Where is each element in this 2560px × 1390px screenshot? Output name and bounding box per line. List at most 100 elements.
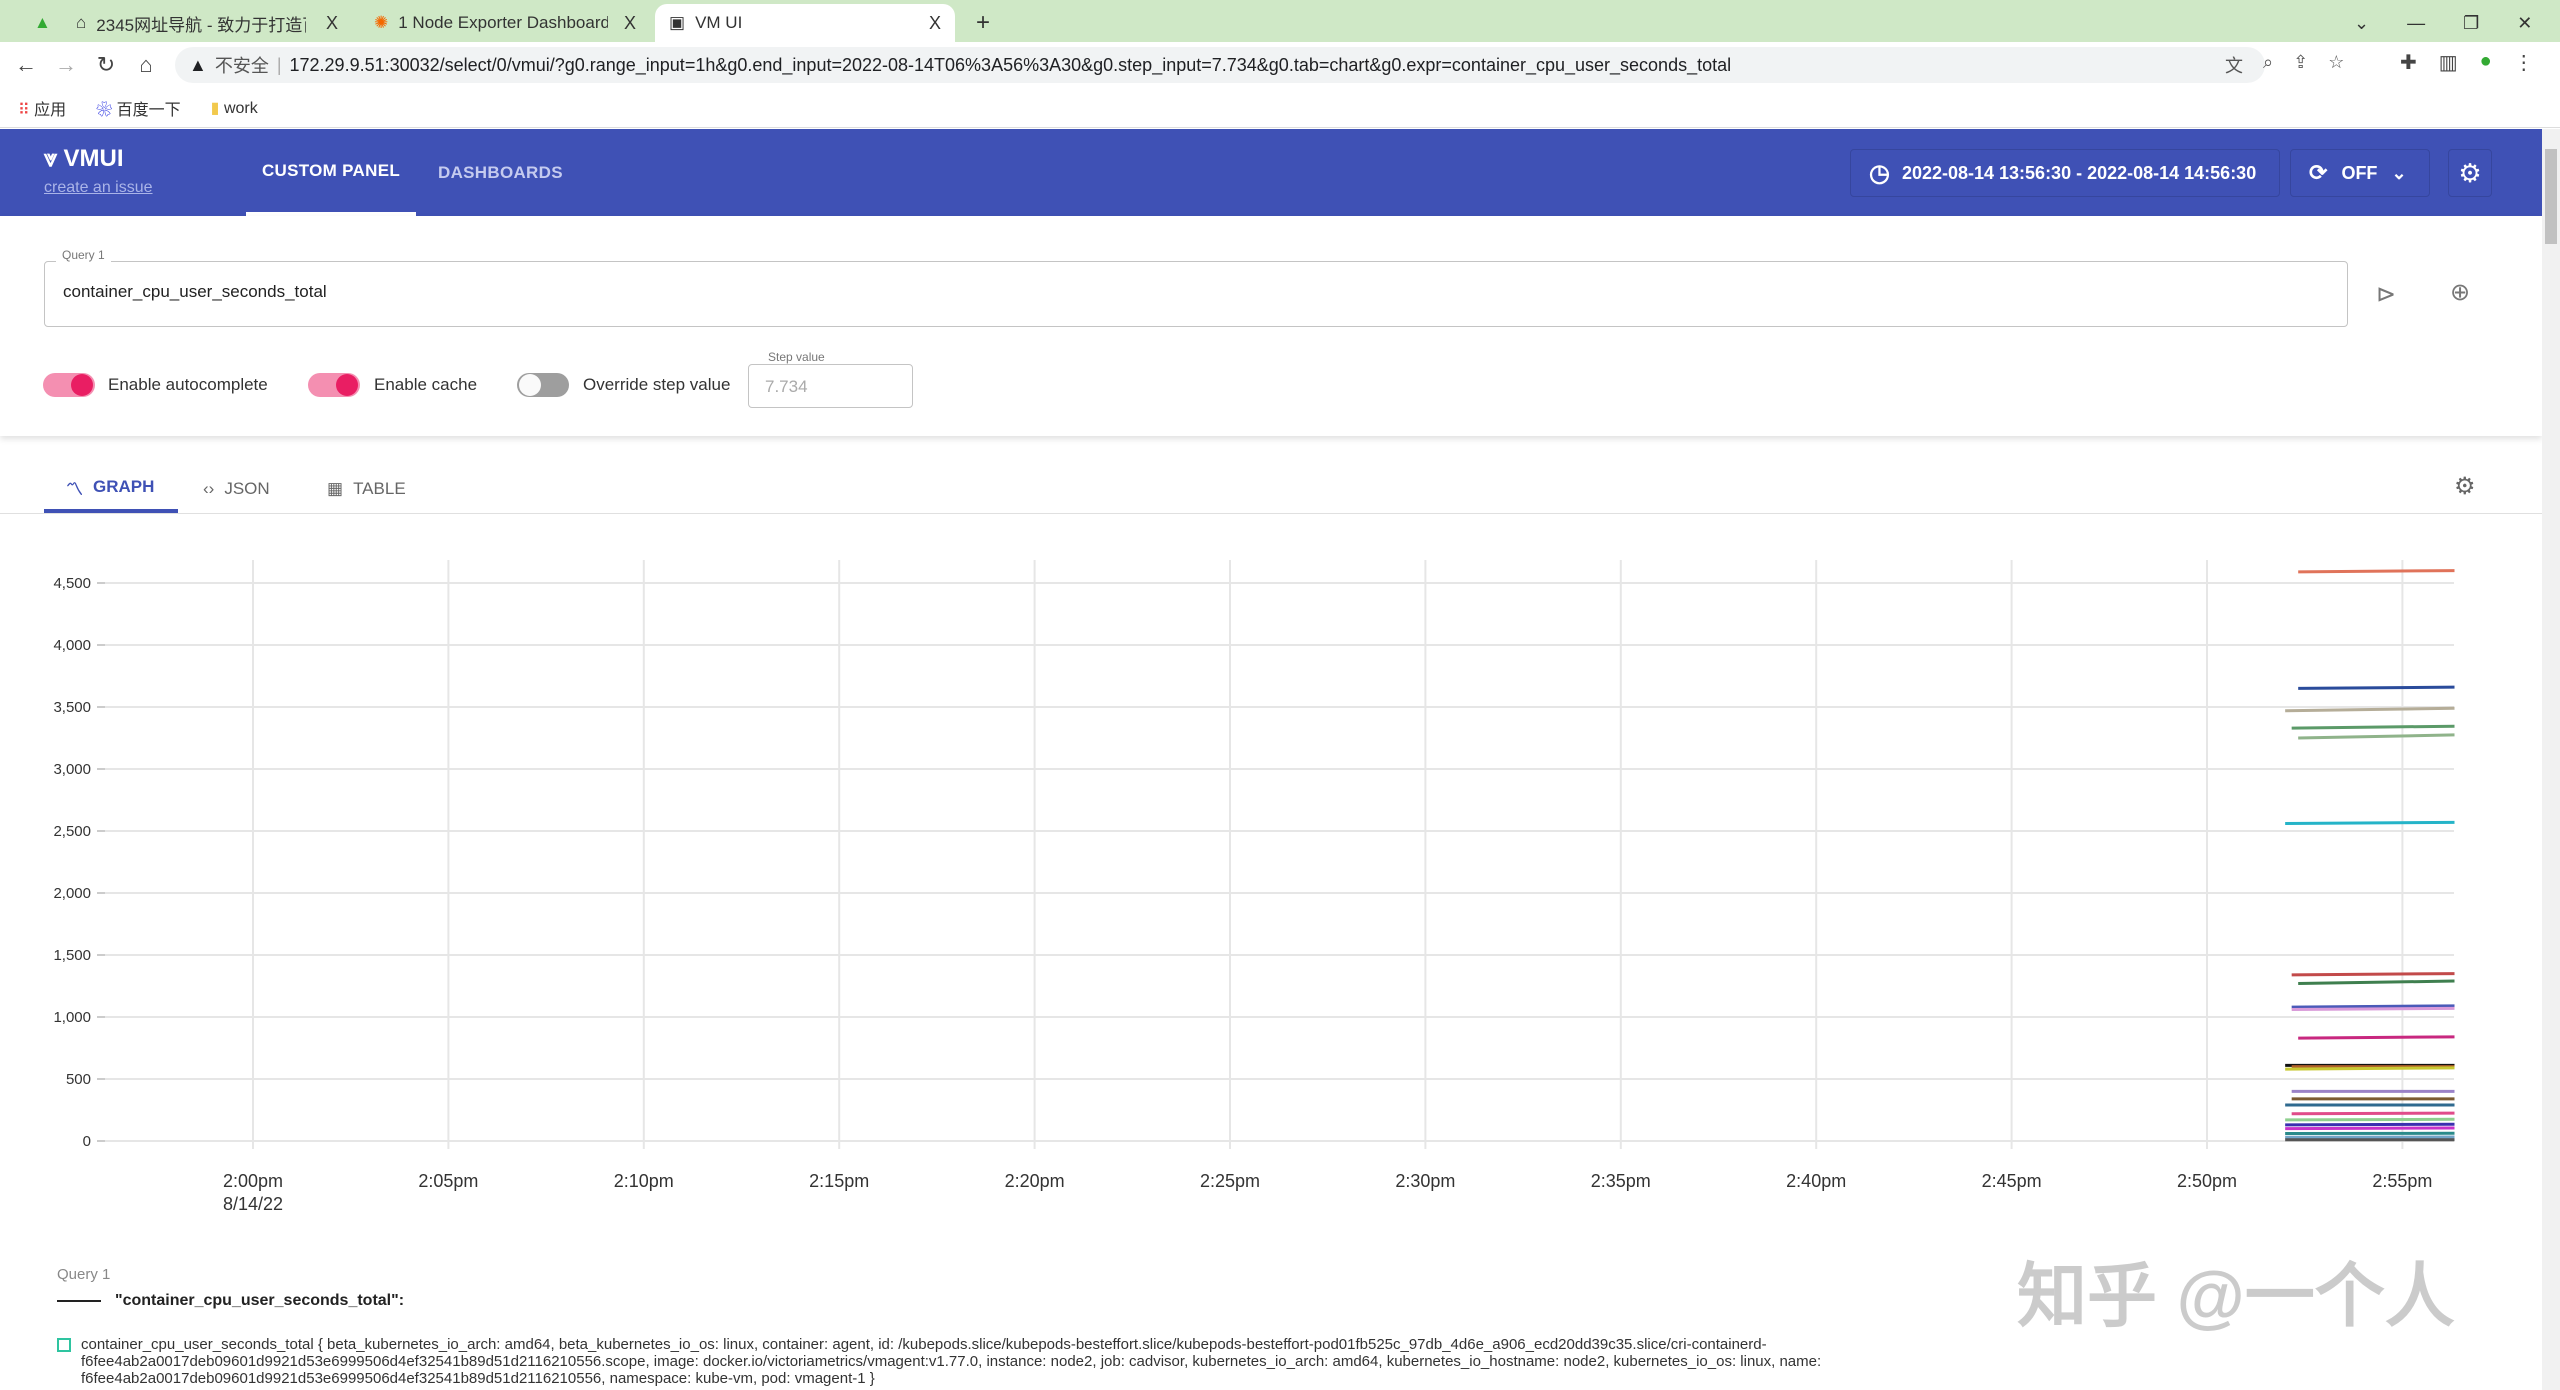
restore-icon[interactable]: ❐	[2463, 13, 2479, 34]
bookmarks-bar: ⠿ 应用 ❀ 百度一下 ▮ work	[0, 88, 2560, 128]
add-query-icon[interactable]: ⊕	[2450, 278, 2470, 307]
series-line	[2285, 706, 2455, 713]
time-range-picker[interactable]: ◷ 2022-08-14 13:56:30 - 2022-08-14 14:56:…	[1850, 149, 2280, 197]
sidepanel-icon[interactable]: ▥	[2439, 50, 2458, 75]
series-line	[2291, 1004, 2455, 1009]
home-icon[interactable]: ⌂	[126, 52, 166, 78]
settings-button[interactable]: ⚙	[2448, 149, 2492, 197]
site-icon: ⌂	[76, 13, 87, 32]
gear-icon: ⚙	[2458, 157, 2482, 188]
tab-json[interactable]: ‹› JSON	[203, 465, 270, 513]
clock-icon: ◷	[1869, 159, 1890, 187]
star-icon[interactable]: ☆	[2328, 52, 2344, 78]
grafana-icon: ✺	[374, 13, 389, 32]
series-line	[2291, 1006, 2455, 1012]
bookmark-work[interactable]: ▮ work	[211, 98, 258, 118]
series-line	[2291, 1111, 2455, 1116]
profile-icon[interactable]: ●	[2480, 50, 2492, 75]
y-tick-label: 1,000	[53, 1009, 91, 1026]
x-tick-label: 2:30pm	[1395, 1171, 1455, 1191]
graph-settings-icon[interactable]: ⚙	[2454, 472, 2476, 501]
url-bar[interactable]: ▲ 不安全 | 172.29.9.51:30032/select/0/vmui/?…	[175, 47, 2265, 83]
series-line	[2285, 820, 2455, 826]
scrollbar-thumb[interactable]	[2545, 149, 2557, 244]
extensions-icon[interactable]: ✚	[2400, 50, 2417, 75]
vmui-logo[interactable]: ⩔ VMUI	[44, 145, 124, 173]
create-issue-link[interactable]: create an issue	[44, 179, 153, 197]
pinned-tab[interactable]: ▲	[20, 4, 60, 42]
cache-toggle[interactable]	[308, 373, 360, 397]
x-tick-label: 2:00pm	[223, 1171, 283, 1191]
url-actions: ⽂ ⌕ ⇪ ☆	[2225, 52, 2344, 78]
close-window-icon[interactable]: ✕	[2517, 13, 2532, 34]
x-tick-label: 2:40pm	[1786, 1171, 1846, 1191]
translate-icon[interactable]: ⽂	[2225, 52, 2243, 78]
code-icon: ‹›	[203, 479, 215, 498]
series-line	[2291, 972, 2455, 977]
warning-icon: ▲	[189, 54, 207, 75]
table-icon: ▦	[327, 479, 344, 498]
series-line	[2285, 1117, 2455, 1122]
query-input[interactable]: container_cpu_user_seconds_total	[44, 261, 2348, 327]
menu-icon[interactable]: ⋮	[2514, 50, 2534, 75]
legend-checkbox[interactable]	[57, 1338, 71, 1352]
step-value-input[interactable]: 7.734	[748, 364, 913, 408]
browser-actions: ✚ ▥ ● ⋮	[2400, 50, 2534, 75]
y-tick-label: 2,500	[53, 823, 91, 840]
x-tick-label: 2:10pm	[614, 1171, 674, 1191]
x-tick-label: 2:35pm	[1591, 1171, 1651, 1191]
browser-tab[interactable]: ⌂2345网址导航 - 致力于打造百年X	[62, 4, 352, 42]
legend-line-icon	[57, 1300, 101, 1302]
zoom-icon[interactable]: ⌕	[2263, 52, 2273, 78]
tab-graph[interactable]: 〽 GRAPH	[44, 465, 178, 513]
close-tab-icon[interactable]: X	[929, 13, 941, 34]
reload-icon[interactable]: ↻	[86, 52, 126, 78]
y-tick-label: 4,500	[53, 575, 91, 592]
series-line	[2298, 1035, 2455, 1040]
play-icon[interactable]: ⊳	[2376, 280, 2396, 309]
browser-tab[interactable]: ✺ 1 Node Exporter Dashboard 2X	[360, 4, 650, 42]
window-controls: ⌄ — ❐ ✕	[2340, 4, 2546, 42]
x-tick-label: 2:50pm	[2177, 1171, 2237, 1191]
y-tick-label: 3,500	[53, 699, 91, 716]
tab-search-icon[interactable]: ⌄	[2354, 13, 2369, 34]
bookmark-apps[interactable]: ⠿ 应用	[18, 96, 66, 120]
page-scrollbar[interactable]	[2542, 129, 2560, 1390]
back-icon[interactable]: ←	[6, 52, 46, 78]
new-tab-button[interactable]: +	[962, 4, 1004, 42]
cache-label: Enable cache	[374, 375, 478, 394]
close-tab-icon[interactable]: X	[624, 13, 636, 34]
minimize-icon[interactable]: —	[2407, 13, 2425, 34]
browser-tab-active[interactable]: ▣ VM UI X	[655, 4, 955, 42]
x-tick-label: 2:25pm	[1200, 1171, 1260, 1191]
y-tick-label: 4,000	[53, 637, 91, 654]
autocomplete-label: Enable autocomplete	[108, 375, 268, 394]
y-tick-label: 0	[83, 1133, 91, 1150]
logo-icon: ⩔	[44, 145, 58, 172]
legend-series-item[interactable]: container_cpu_user_seconds_total { beta_…	[57, 1336, 2117, 1387]
override-step-toggle[interactable]	[517, 373, 569, 397]
bookmark-baidu[interactable]: ❀ 百度一下	[96, 96, 180, 120]
watermark: 知乎 @一个人	[2017, 1257, 2455, 1335]
autocomplete-toggle[interactable]	[43, 373, 95, 397]
share-icon[interactable]: ⇪	[2293, 52, 2308, 78]
x-date-label: 8/14/22	[223, 1194, 283, 1214]
series-line	[2298, 979, 2455, 986]
x-tick-label: 2:15pm	[809, 1171, 869, 1191]
refresh-selector[interactable]: ⟳ OFF ⌄	[2290, 149, 2430, 197]
close-tab-icon[interactable]: X	[326, 13, 338, 34]
vm-icon: ▣	[669, 13, 686, 32]
query-label: Query 1	[56, 248, 111, 262]
chevron-down-icon: ⌄	[2391, 162, 2407, 183]
query-panel: container_cpu_user_seconds_total Query 1…	[0, 216, 2542, 436]
baidu-icon: ❀	[96, 101, 113, 119]
nav-custom-panel[interactable]: CUSTOM PANEL	[246, 129, 416, 216]
override-step-label: Override step value	[583, 375, 731, 394]
app-header: ⩔ VMUI create an issue CUSTOM PANEL DASHB…	[0, 129, 2542, 216]
tabs-divider	[0, 513, 2542, 514]
nav-dashboards[interactable]: DASHBOARDS	[438, 129, 563, 216]
forward-icon[interactable]: →	[46, 52, 86, 78]
y-tick-label: 3,000	[53, 761, 91, 778]
tab-table[interactable]: ▦ TABLE	[327, 465, 406, 513]
leaf-icon: ▲	[34, 13, 51, 32]
